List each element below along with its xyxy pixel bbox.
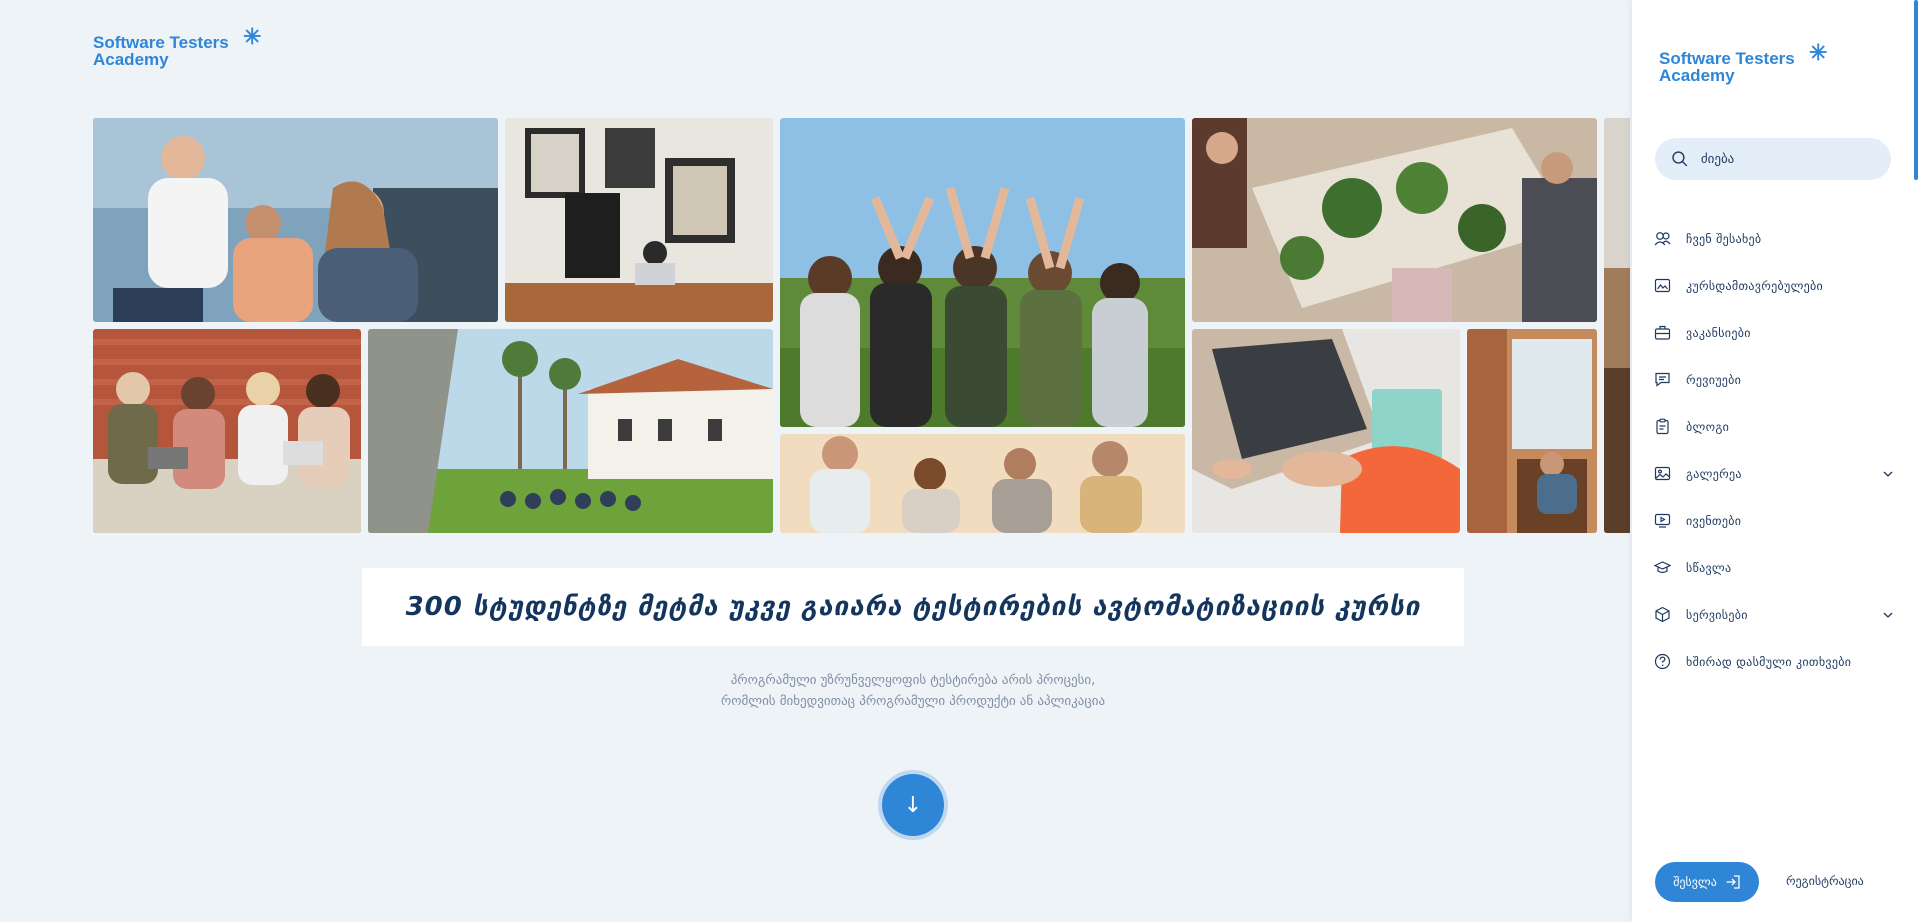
gallery-photo-partial — [1604, 118, 1630, 533]
sidebar-item-reviews[interactable]: რევიუები — [1654, 356, 1894, 403]
sidebar-item-about[interactable]: ჩვენ შესახებ — [1654, 215, 1894, 262]
sidebar-item-blog[interactable]: ბლოგი — [1654, 403, 1894, 450]
sidebar-item-faq[interactable]: ხშირად დასმული კითხვები — [1654, 638, 1894, 685]
search-box[interactable] — [1655, 138, 1891, 180]
sidebar-item-label: ვაკანსიები — [1686, 325, 1751, 340]
gallery-photo-field-hearts — [780, 118, 1185, 427]
cube-icon — [1655, 606, 1670, 623]
chevron-down-icon[interactable] — [1882, 609, 1894, 621]
clipboard-icon — [1656, 418, 1669, 435]
chevron-down-icon[interactable] — [1882, 468, 1894, 480]
sign-in-icon — [1726, 875, 1740, 889]
subtitle-line-2: რომლის მიხედვითაც პროგრამული პროდუქტი ან… — [720, 694, 1106, 709]
gallery-photo-sunset-friends — [780, 434, 1185, 533]
login-label: შესვლა — [1673, 875, 1717, 889]
scroll-down-button[interactable]: ↓ — [882, 774, 944, 836]
page-subtitle: პროგრამული უზრუნველყოფის ტესტირება არის … — [362, 670, 1464, 712]
page-headline: 300 სტუდენტზე მეტმა უკვე გაიარა ტესტირებ… — [405, 592, 1421, 622]
sidebar-item-label: გალერეა — [1686, 466, 1742, 481]
search-icon — [1672, 151, 1688, 167]
gallery-photo-cafe-laptop — [505, 118, 773, 322]
sidebar-item-label: ივენთები — [1686, 513, 1742, 528]
question-circle-icon — [1654, 653, 1671, 670]
sidebar-item-label: ჩვენ შესახებ — [1686, 231, 1762, 246]
register-link[interactable]: რეგისტრაცია — [1786, 874, 1864, 888]
sidebar-item-label: სწავლა — [1686, 560, 1732, 575]
gallery-photo-couch-laptops — [93, 329, 361, 533]
sidebar-item-label: რევიუები — [1686, 372, 1742, 387]
sidebar-item-vacancies[interactable]: ვაკანსიები — [1654, 309, 1894, 356]
users-icon — [1654, 232, 1671, 246]
sidebar-item-label: კურსდამთავრებულები — [1686, 278, 1824, 293]
gallery-photo-campus-lawn — [368, 329, 773, 533]
graduation-cap-icon — [1654, 561, 1671, 574]
image-card-icon — [1654, 278, 1671, 293]
gallery-photo-laptop-hands — [1192, 329, 1460, 533]
sidebar-item-label: ხშირად დასმული კითხვები — [1686, 654, 1852, 669]
sidebar-item-gallery[interactable]: გალერეა — [1654, 450, 1894, 497]
search-input[interactable] — [1698, 150, 1891, 168]
sidebar-item-services[interactable]: სერვისები — [1654, 591, 1894, 638]
photo-gallery — [0, 0, 1630, 540]
briefcase-icon — [1654, 325, 1671, 340]
sidebar-item-events[interactable]: ივენთები — [1654, 497, 1894, 544]
sidebar-item-label: სერვისები — [1686, 607, 1748, 622]
picture-icon — [1654, 466, 1671, 481]
gallery-photo-friends-sea — [93, 118, 498, 322]
play-screen-icon — [1654, 513, 1671, 528]
sidebar-item-label: ბლოგი — [1686, 419, 1730, 434]
arrow-down-icon: ↓ — [903, 792, 923, 818]
sidebar-item-graduates[interactable]: კურსდამთავრებულები — [1654, 262, 1894, 309]
subtitle-line-1: პროგრამული უზრუნველყოფის ტესტირება არის … — [730, 673, 1096, 688]
gallery-photo-office — [1467, 329, 1597, 533]
comment-icon — [1655, 372, 1670, 387]
login-button[interactable]: შესვლა — [1655, 862, 1759, 902]
gallery-photo-workshop-table — [1192, 118, 1597, 322]
sidebar-menu: ჩვენ შესახებ კურსდამთავრებულები ვაკანსიე… — [1654, 215, 1894, 685]
headline-box: 300 სტუდენტზე მეტმა უკვე გაიარა ტესტირებ… — [362, 568, 1464, 646]
sidebar-item-learning[interactable]: სწავლა — [1654, 544, 1894, 591]
